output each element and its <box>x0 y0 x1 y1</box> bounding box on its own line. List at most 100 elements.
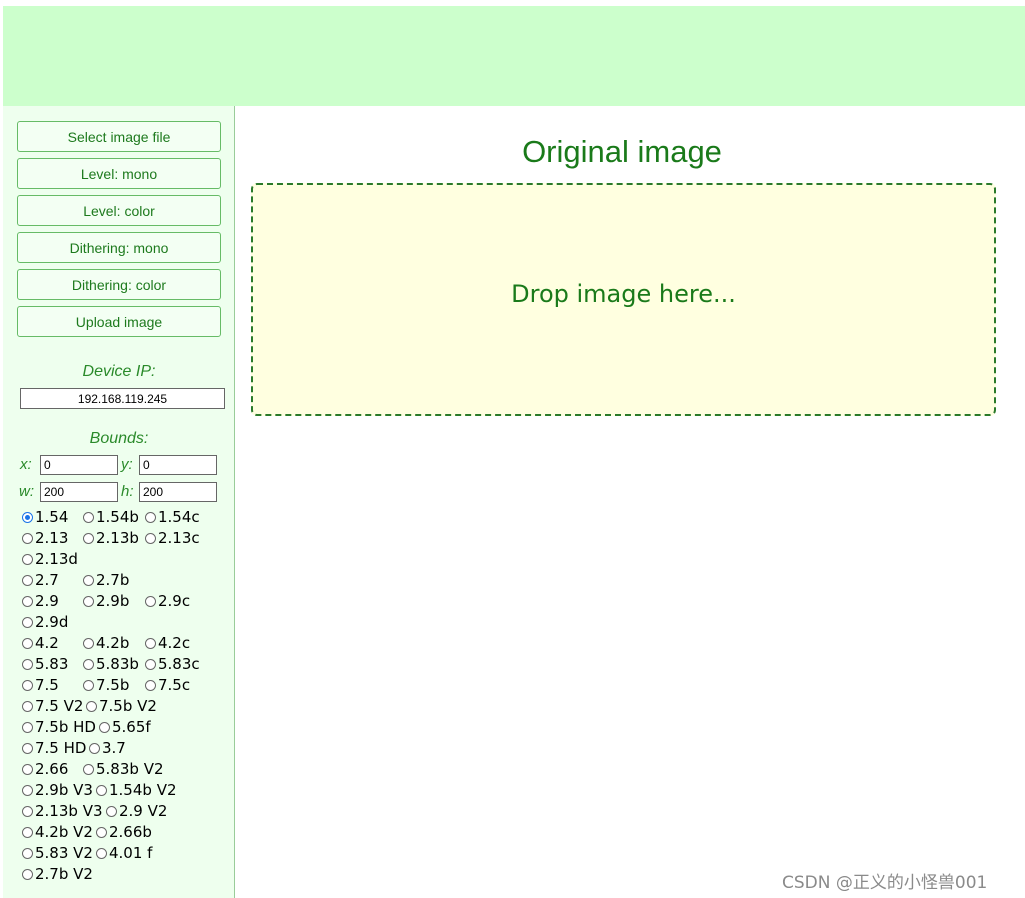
bounds-x-input[interactable] <box>40 455 118 475</box>
display-type-option[interactable]: 7.5 <box>22 675 59 696</box>
display-type-option[interactable]: 2.9 V2 <box>106 801 167 822</box>
radio-button[interactable] <box>145 638 156 649</box>
display-type-option[interactable]: 7.5c <box>145 675 190 696</box>
display-type-radio-group: 1.54 1.54b 1.54c 2.13 2.13b 2.13c 2.13d 2.7 2.7b… <box>22 507 232 885</box>
radio-button[interactable] <box>83 596 94 607</box>
radio-button[interactable] <box>22 785 33 796</box>
display-type-label: 4.2b V2 <box>35 823 93 841</box>
display-type-option[interactable]: 2.9b V3 <box>22 780 93 801</box>
level-mono-button[interactable]: Level: mono <box>17 158 221 189</box>
display-type-row: 2.7 2.7b <box>22 570 232 591</box>
display-type-option[interactable]: 7.5 HD <box>22 738 86 759</box>
display-type-option[interactable]: 5.83c <box>145 654 200 675</box>
display-type-option[interactable]: 2.9d <box>22 612 68 633</box>
upload-image-button[interactable]: Upload image <box>17 306 221 337</box>
radio-button[interactable] <box>22 827 33 838</box>
radio-button[interactable] <box>96 785 107 796</box>
radio-button[interactable] <box>145 533 156 544</box>
radio-button[interactable] <box>22 638 33 649</box>
radio-button[interactable] <box>83 638 94 649</box>
display-type-row: 7.5 HD 3.7 <box>22 738 232 759</box>
display-type-label: 4.2 <box>35 634 59 652</box>
display-type-option[interactable]: 2.13b <box>83 528 139 549</box>
radio-button[interactable] <box>96 827 107 838</box>
bounds-w-input[interactable] <box>40 482 118 502</box>
radio-button[interactable] <box>22 512 33 523</box>
display-type-option[interactable]: 1.54b V2 <box>96 780 177 801</box>
display-type-option[interactable]: 5.83 V2 <box>22 843 93 864</box>
display-type-option[interactable]: 5.83b <box>83 654 139 675</box>
display-type-option[interactable]: 2.9 <box>22 591 59 612</box>
radio-button[interactable] <box>145 680 156 691</box>
display-type-option[interactable]: 7.5b <box>83 675 129 696</box>
radio-button[interactable] <box>22 533 33 544</box>
display-type-row: 7.5 V2 7.5b V2 <box>22 696 232 717</box>
display-type-option[interactable]: 2.7b V2 <box>22 864 93 885</box>
display-type-option[interactable]: 5.65f <box>99 717 151 738</box>
radio-button[interactable] <box>22 806 33 817</box>
bounds-w-label: w: <box>19 483 34 500</box>
display-type-option[interactable]: 2.7 <box>22 570 59 591</box>
radio-button[interactable] <box>99 722 110 733</box>
radio-button[interactable] <box>145 659 156 670</box>
display-type-label: 2.13 <box>35 529 69 547</box>
select-image-file-button[interactable]: Select image file <box>17 121 221 152</box>
display-type-option[interactable]: 2.13c <box>145 528 200 549</box>
radio-button[interactable] <box>86 701 97 712</box>
radio-button[interactable] <box>106 806 117 817</box>
display-type-option[interactable]: 4.01 f <box>96 843 152 864</box>
display-type-option[interactable]: 2.9b <box>83 591 129 612</box>
display-type-option[interactable]: 2.13d <box>22 549 78 570</box>
display-type-option[interactable]: 2.66 <box>22 759 68 780</box>
display-type-option[interactable]: 7.5b V2 <box>86 696 157 717</box>
display-type-option[interactable]: 4.2b V2 <box>22 822 93 843</box>
display-type-option[interactable]: 2.13 <box>22 528 68 549</box>
display-type-option[interactable]: 5.83b V2 <box>83 759 164 780</box>
display-type-option[interactable]: 1.54b <box>83 507 139 528</box>
radio-button[interactable] <box>22 554 33 565</box>
display-type-option[interactable]: 1.54 <box>22 507 68 528</box>
radio-button[interactable] <box>96 848 107 859</box>
level-color-button[interactable]: Level: color <box>17 195 221 226</box>
display-type-option[interactable]: 2.9c <box>145 591 190 612</box>
radio-button[interactable] <box>83 575 94 586</box>
radio-button[interactable] <box>83 680 94 691</box>
bounds-y-input[interactable] <box>139 455 217 475</box>
display-type-label: 2.9 V2 <box>119 802 168 820</box>
radio-button[interactable] <box>22 680 33 691</box>
display-type-label: 2.7b V2 <box>35 865 93 883</box>
radio-button[interactable] <box>22 617 33 628</box>
display-type-option[interactable]: 7.5b HD <box>22 717 96 738</box>
radio-button[interactable] <box>83 764 94 775</box>
display-type-option[interactable]: 2.66b <box>96 822 152 843</box>
radio-button[interactable] <box>145 512 156 523</box>
dithering-mono-button[interactable]: Dithering: mono <box>17 232 221 263</box>
radio-button[interactable] <box>22 764 33 775</box>
radio-button[interactable] <box>83 512 94 523</box>
radio-button[interactable] <box>22 869 33 880</box>
radio-button[interactable] <box>22 659 33 670</box>
radio-button[interactable] <box>83 659 94 670</box>
radio-button[interactable] <box>83 533 94 544</box>
radio-button[interactable] <box>22 701 33 712</box>
radio-button[interactable] <box>89 743 100 754</box>
display-type-option[interactable]: 4.2b <box>83 633 129 654</box>
device-ip-input[interactable] <box>20 388 225 409</box>
display-type-option[interactable]: 4.2c <box>145 633 190 654</box>
dithering-color-button[interactable]: Dithering: color <box>17 269 221 300</box>
display-type-option[interactable]: 3.7 <box>89 738 126 759</box>
radio-button[interactable] <box>22 596 33 607</box>
display-type-option[interactable]: 2.13b V3 <box>22 801 103 822</box>
radio-button[interactable] <box>22 575 33 586</box>
display-type-option[interactable]: 4.2 <box>22 633 59 654</box>
display-type-option[interactable]: 7.5 V2 <box>22 696 83 717</box>
radio-button[interactable] <box>145 596 156 607</box>
display-type-option[interactable]: 2.7b <box>83 570 129 591</box>
image-drop-zone[interactable]: Drop image here... <box>251 183 996 416</box>
display-type-option[interactable]: 5.83 <box>22 654 68 675</box>
radio-button[interactable] <box>22 722 33 733</box>
display-type-option[interactable]: 1.54c <box>145 507 200 528</box>
bounds-h-input[interactable] <box>139 482 217 502</box>
radio-button[interactable] <box>22 848 33 859</box>
radio-button[interactable] <box>22 743 33 754</box>
